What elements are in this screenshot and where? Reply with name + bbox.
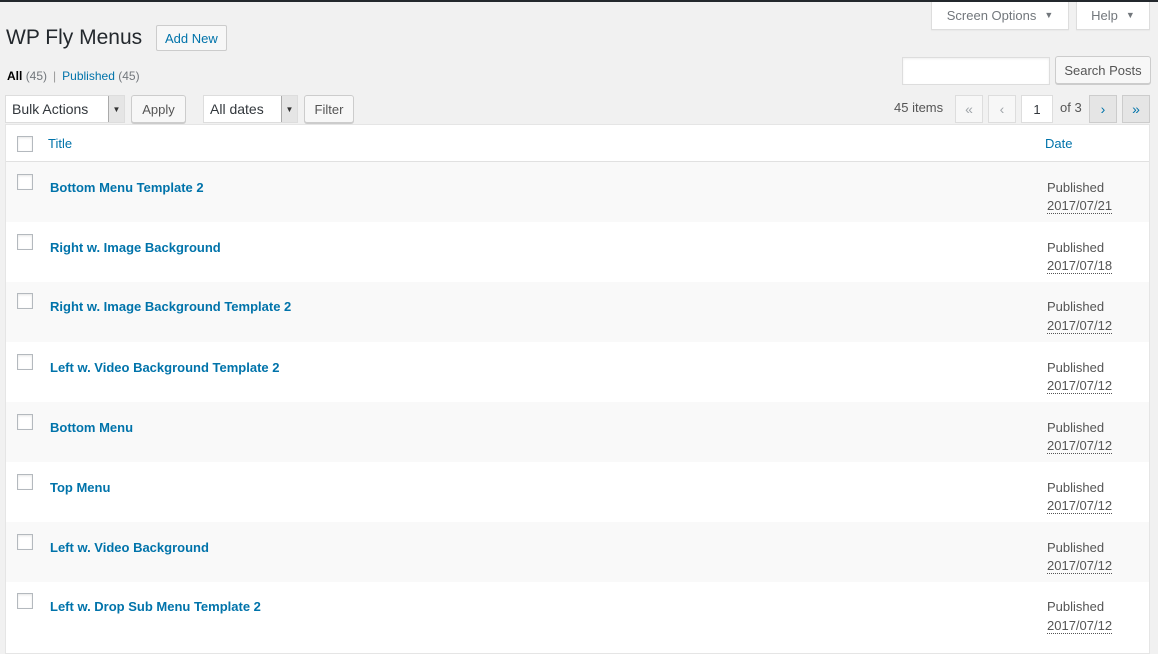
- row-checkbox[interactable]: [17, 293, 33, 309]
- row-status: Published: [1047, 599, 1105, 614]
- column-header-title[interactable]: Title: [48, 136, 72, 151]
- search-posts-button[interactable]: Search Posts: [1055, 56, 1151, 84]
- select-all-checkbox[interactable]: [17, 136, 33, 152]
- date-filter-value: All dates: [210, 101, 264, 117]
- screen-options-button[interactable]: Screen Options ▼: [931, 2, 1069, 30]
- row-date: 2017/07/12: [1047, 558, 1113, 574]
- row-title-link[interactable]: Bottom Menu: [50, 420, 133, 435]
- row-checkbox[interactable]: [17, 474, 33, 490]
- apply-button[interactable]: Apply: [131, 95, 186, 123]
- date-filter-select[interactable]: All dates ▼: [203, 95, 298, 123]
- row-date: 2017/07/18: [1047, 258, 1113, 274]
- help-label: Help: [1091, 8, 1118, 23]
- table-header: Title Date: [6, 125, 1149, 162]
- row-checkbox[interactable]: [17, 414, 33, 430]
- view-all-label: All: [7, 69, 23, 83]
- filter-button[interactable]: Filter: [304, 95, 354, 123]
- items-count: 45 items: [894, 100, 944, 115]
- bulk-actions-value: Bulk Actions: [12, 101, 89, 117]
- view-published-label: Published: [62, 69, 115, 83]
- add-new-button[interactable]: Add New: [156, 25, 227, 51]
- table-row: Top Menu Published 2017/07/12: [6, 462, 1149, 522]
- row-date: 2017/07/12: [1047, 378, 1113, 394]
- table-row: Bottom Menu Published 2017/07/12: [6, 402, 1149, 462]
- row-title-link[interactable]: Left w. Drop Sub Menu Template 2: [50, 599, 261, 614]
- posts-table: Title Date Bottom Menu Template 2 Publis…: [5, 124, 1150, 654]
- row-title-link[interactable]: Left w. Video Background: [50, 540, 209, 555]
- search-input[interactable]: [902, 57, 1050, 85]
- screen-options-label: Screen Options: [946, 8, 1037, 23]
- column-header-date[interactable]: Date: [1045, 136, 1072, 151]
- row-checkbox[interactable]: [17, 534, 33, 550]
- table-row: Bottom Menu Template 2 Published 2017/07…: [6, 162, 1149, 222]
- row-title-link[interactable]: Right w. Image Background Template 2: [50, 299, 291, 314]
- row-status: Published: [1047, 540, 1105, 555]
- view-published-count: (45): [118, 69, 140, 83]
- current-page-input[interactable]: 1: [1021, 95, 1053, 123]
- row-title-link[interactable]: Top Menu: [50, 480, 110, 495]
- page-title: WP Fly Menus: [6, 26, 143, 49]
- view-separator: |: [53, 69, 57, 83]
- row-status: Published: [1047, 180, 1105, 195]
- dropdown-arrow-icon: ▼: [108, 96, 124, 122]
- first-page-button: «: [955, 95, 983, 123]
- row-status: Published: [1047, 299, 1105, 314]
- view-published[interactable]: Published (45): [62, 69, 139, 83]
- row-title-link[interactable]: Bottom Menu Template 2: [50, 180, 204, 195]
- table-row: Right w. Image Background Published 2017…: [6, 222, 1149, 282]
- caret-down-icon: ▼: [1125, 10, 1135, 20]
- prev-page-button: ‹: [988, 95, 1016, 123]
- row-date: 2017/07/12: [1047, 318, 1113, 334]
- last-page-button[interactable]: »: [1122, 95, 1150, 123]
- row-checkbox[interactable]: [17, 354, 33, 370]
- table-row: Left w. Video Background Published 2017/…: [6, 522, 1149, 582]
- row-status: Published: [1047, 240, 1105, 255]
- bulk-actions-select[interactable]: Bulk Actions ▼: [5, 95, 125, 123]
- table-row: Right w. Image Background Template 2 Pub…: [6, 282, 1149, 342]
- view-all[interactable]: All (45): [7, 69, 47, 83]
- row-checkbox[interactable]: [17, 593, 33, 609]
- row-status: Published: [1047, 420, 1105, 435]
- help-button[interactable]: Help ▼: [1076, 2, 1150, 30]
- row-date: 2017/07/12: [1047, 618, 1113, 634]
- row-title-link[interactable]: Right w. Image Background: [50, 240, 221, 255]
- post-status-views: All (45) | Published (45): [7, 69, 140, 83]
- row-checkbox[interactable]: [17, 174, 33, 190]
- dropdown-arrow-icon: ▼: [281, 96, 297, 122]
- caret-down-icon: ▼: [1044, 10, 1054, 20]
- total-pages: of 3: [1060, 100, 1082, 115]
- row-status: Published: [1047, 360, 1105, 375]
- next-page-button[interactable]: ›: [1089, 95, 1117, 123]
- row-checkbox[interactable]: [17, 234, 33, 250]
- table-row: Left w. Drop Sub Menu Template 2 Publish…: [6, 582, 1149, 642]
- table-row: Left w. Video Background Template 2 Publ…: [6, 342, 1149, 402]
- row-title-link[interactable]: Left w. Video Background Template 2: [50, 360, 279, 375]
- row-status: Published: [1047, 480, 1105, 495]
- row-date: 2017/07/12: [1047, 498, 1113, 514]
- view-all-count: (45): [25, 69, 48, 83]
- row-date: 2017/07/12: [1047, 438, 1113, 454]
- row-date: 2017/07/21: [1047, 198, 1113, 214]
